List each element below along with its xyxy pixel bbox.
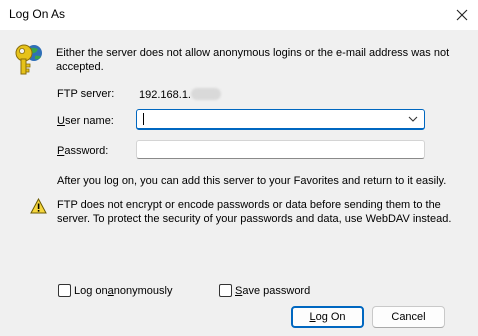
cancel-button[interactable]: Cancel [372, 306, 445, 328]
logon-dialog: Log On As Either the server does not all… [0, 0, 478, 336]
ftp-server-value: 192.168.1. [139, 88, 221, 101]
save-password-checkbox[interactable]: Save password [219, 284, 310, 297]
checkbox-box[interactable] [58, 284, 71, 297]
checkbox-box[interactable] [219, 284, 232, 297]
ftp-server-address: 192.168.1. [139, 89, 191, 101]
save-password-label-post: ave password [242, 284, 311, 297]
user-name-label: User name: [57, 115, 114, 127]
window-title: Log On As [9, 7, 66, 21]
warning-icon [30, 198, 47, 214]
key-icon [15, 44, 42, 75]
user-name-label-rest: ser name: [64, 115, 114, 127]
intro-message: Either the server does not allow anonymo… [56, 47, 450, 73]
password-label: Password: [57, 145, 108, 157]
title-bar: Log On As [0, 0, 478, 30]
user-name-combobox[interactable] [136, 109, 425, 130]
security-warning: FTP does not encrypt or encode passwords… [57, 199, 452, 225]
anonymous-label-pre: Log on [74, 284, 108, 297]
close-button[interactable] [446, 0, 478, 30]
anonymous-label-post: nonymously [113, 284, 173, 297]
password-field[interactable] [136, 140, 425, 159]
redacted-address-part [191, 88, 221, 100]
password-label-rest: assword: [64, 145, 109, 157]
log-on-anonymously-checkbox[interactable]: Log on a nonymously [58, 284, 172, 297]
log-on-button[interactable]: Log On [291, 306, 364, 328]
ftp-server-label: FTP server: [57, 88, 115, 100]
close-icon [456, 9, 468, 21]
user-name-dropdown-button[interactable] [406, 112, 420, 126]
save-password-accel: S [235, 284, 243, 297]
log-on-label-rest: og On [315, 311, 346, 323]
user-name-accel: U [57, 115, 65, 127]
chevron-down-icon [408, 116, 418, 122]
favorites-hint: After you log on, you can add this serve… [57, 175, 447, 187]
text-caret [143, 113, 144, 125]
